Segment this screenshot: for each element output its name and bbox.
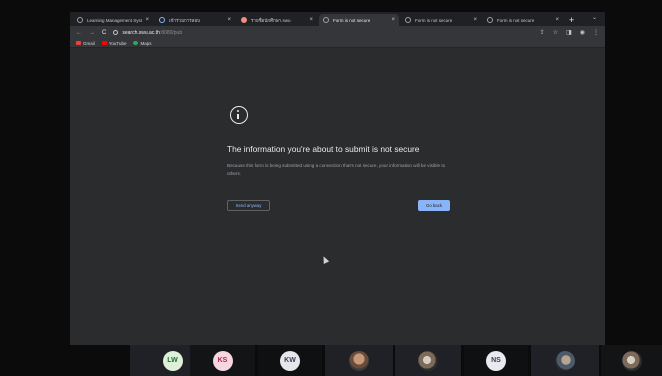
tab-strip: Learning Management Syst × เข้าร่วมการสอ… — [70, 12, 605, 26]
tab-lms[interactable]: Learning Management Syst × — [73, 14, 153, 26]
tab-form-not-secure-active[interactable]: Form is not secure × — [319, 14, 399, 26]
participant-tile[interactable] — [531, 345, 599, 376]
tab-favicon-icon — [77, 17, 83, 23]
participant-tile[interactable] — [395, 345, 461, 376]
tab-title: รายชื่อนักศึกษา.swu — [251, 17, 291, 23]
youtube-icon — [101, 41, 107, 45]
more-menu-icon[interactable]: ⋮ — [593, 29, 599, 36]
close-icon[interactable]: × — [227, 17, 231, 23]
back-arrow-icon[interactable]: ← — [76, 30, 82, 36]
send-anyway-button[interactable]: Send anyway — [227, 200, 270, 211]
new-tab-button[interactable]: + — [569, 14, 574, 26]
tab-favicon-icon — [323, 17, 329, 23]
tab-form-not-secure[interactable]: Form is not secure × — [401, 14, 481, 26]
participant-strip: LW KS KW NS — [0, 345, 662, 376]
participant-tile[interactable] — [601, 345, 662, 376]
participant-tile[interactable]: KS — [190, 345, 255, 376]
interstitial-description: Because this form is being submitted usi… — [227, 163, 446, 176]
close-icon[interactable]: × — [473, 17, 477, 23]
insecure-form-interstitial: The information you're about to submit i… — [70, 48, 605, 345]
tab-title: Form is not secure — [415, 17, 453, 23]
avatar-photo — [349, 350, 369, 371]
tab-title: Learning Management Syst — [87, 17, 143, 23]
participant-tile[interactable]: KW — [258, 345, 322, 376]
address-bar[interactable]: search.swu.ac.th :8080/pub — [113, 28, 531, 37]
tab-search-chevron-icon[interactable]: ⌄ — [592, 14, 597, 21]
site-info-icon[interactable] — [113, 30, 119, 35]
avatar: LW — [162, 350, 183, 371]
bookmark-youtube[interactable]: YouTube — [101, 40, 127, 46]
url-host: search.swu.ac.th — [122, 29, 160, 36]
close-icon[interactable]: × — [391, 17, 395, 23]
avatar-photo — [418, 350, 438, 371]
avatar: NS — [486, 350, 506, 371]
tab-form-not-secure[interactable]: Form is not secure × — [483, 14, 563, 26]
bookmarks-bar: Gmail YouTube Maps — [70, 39, 605, 48]
profile-icon[interactable]: ◉ — [580, 29, 585, 36]
participant-tile[interactable]: NS — [464, 345, 528, 376]
tab-favicon-icon — [487, 17, 493, 23]
go-back-button[interactable]: Go back — [418, 200, 450, 211]
mouse-cursor-icon — [320, 255, 330, 264]
tab-favicon-icon — [241, 17, 247, 23]
avatar: KW — [280, 350, 300, 371]
reload-icon[interactable]: C — [102, 30, 106, 36]
bookmark-star-icon[interactable]: ☆ — [553, 29, 558, 36]
tab-student-list[interactable]: รายชื่อนักศึกษา.swu × — [237, 14, 317, 26]
tab-favicon-icon — [159, 17, 165, 23]
toolbar-actions: ⇪ ☆ ◨ ◉ ⋮ — [540, 29, 599, 36]
close-icon[interactable]: × — [555, 17, 559, 23]
side-panel-icon[interactable]: ◨ — [566, 29, 572, 36]
participant-tile[interactable] — [325, 345, 393, 376]
gmail-icon — [76, 41, 81, 45]
avatar-photo — [555, 350, 575, 371]
interstitial-heading: The information you're about to submit i… — [227, 144, 420, 154]
bookmark-label: Gmail — [83, 40, 95, 46]
close-icon[interactable]: × — [145, 17, 149, 23]
maps-pin-icon — [133, 41, 139, 45]
bookmark-maps[interactable]: Maps — [133, 41, 151, 46]
tab-favicon-icon — [405, 17, 411, 23]
bookmark-gmail[interactable]: Gmail — [76, 41, 95, 46]
avatar-photo — [621, 350, 642, 371]
tab-title: Form is not secure — [333, 17, 371, 23]
forward-arrow-icon[interactable]: → — [89, 30, 95, 36]
tab-title: เข้าร่วมการสอบ — [169, 17, 201, 23]
url-path: :8080/pub — [159, 29, 183, 36]
bookmark-label: YouTube — [108, 40, 127, 46]
info-warning-icon — [230, 106, 248, 124]
toolbar: ← → C search.swu.ac.th :8080/pub ⇪ ☆ ◨ ◉… — [70, 26, 605, 39]
tab-exam[interactable]: เข้าร่วมการสอบ × — [155, 14, 235, 26]
close-icon[interactable]: × — [309, 17, 313, 23]
browser-window: Learning Management Syst × เข้าร่วมการสอ… — [70, 12, 605, 345]
bookmark-label: Maps — [140, 40, 152, 46]
share-icon[interactable]: ⇪ — [540, 29, 545, 36]
avatar: KS — [212, 350, 233, 371]
tab-title: Form is not secure — [497, 17, 535, 23]
